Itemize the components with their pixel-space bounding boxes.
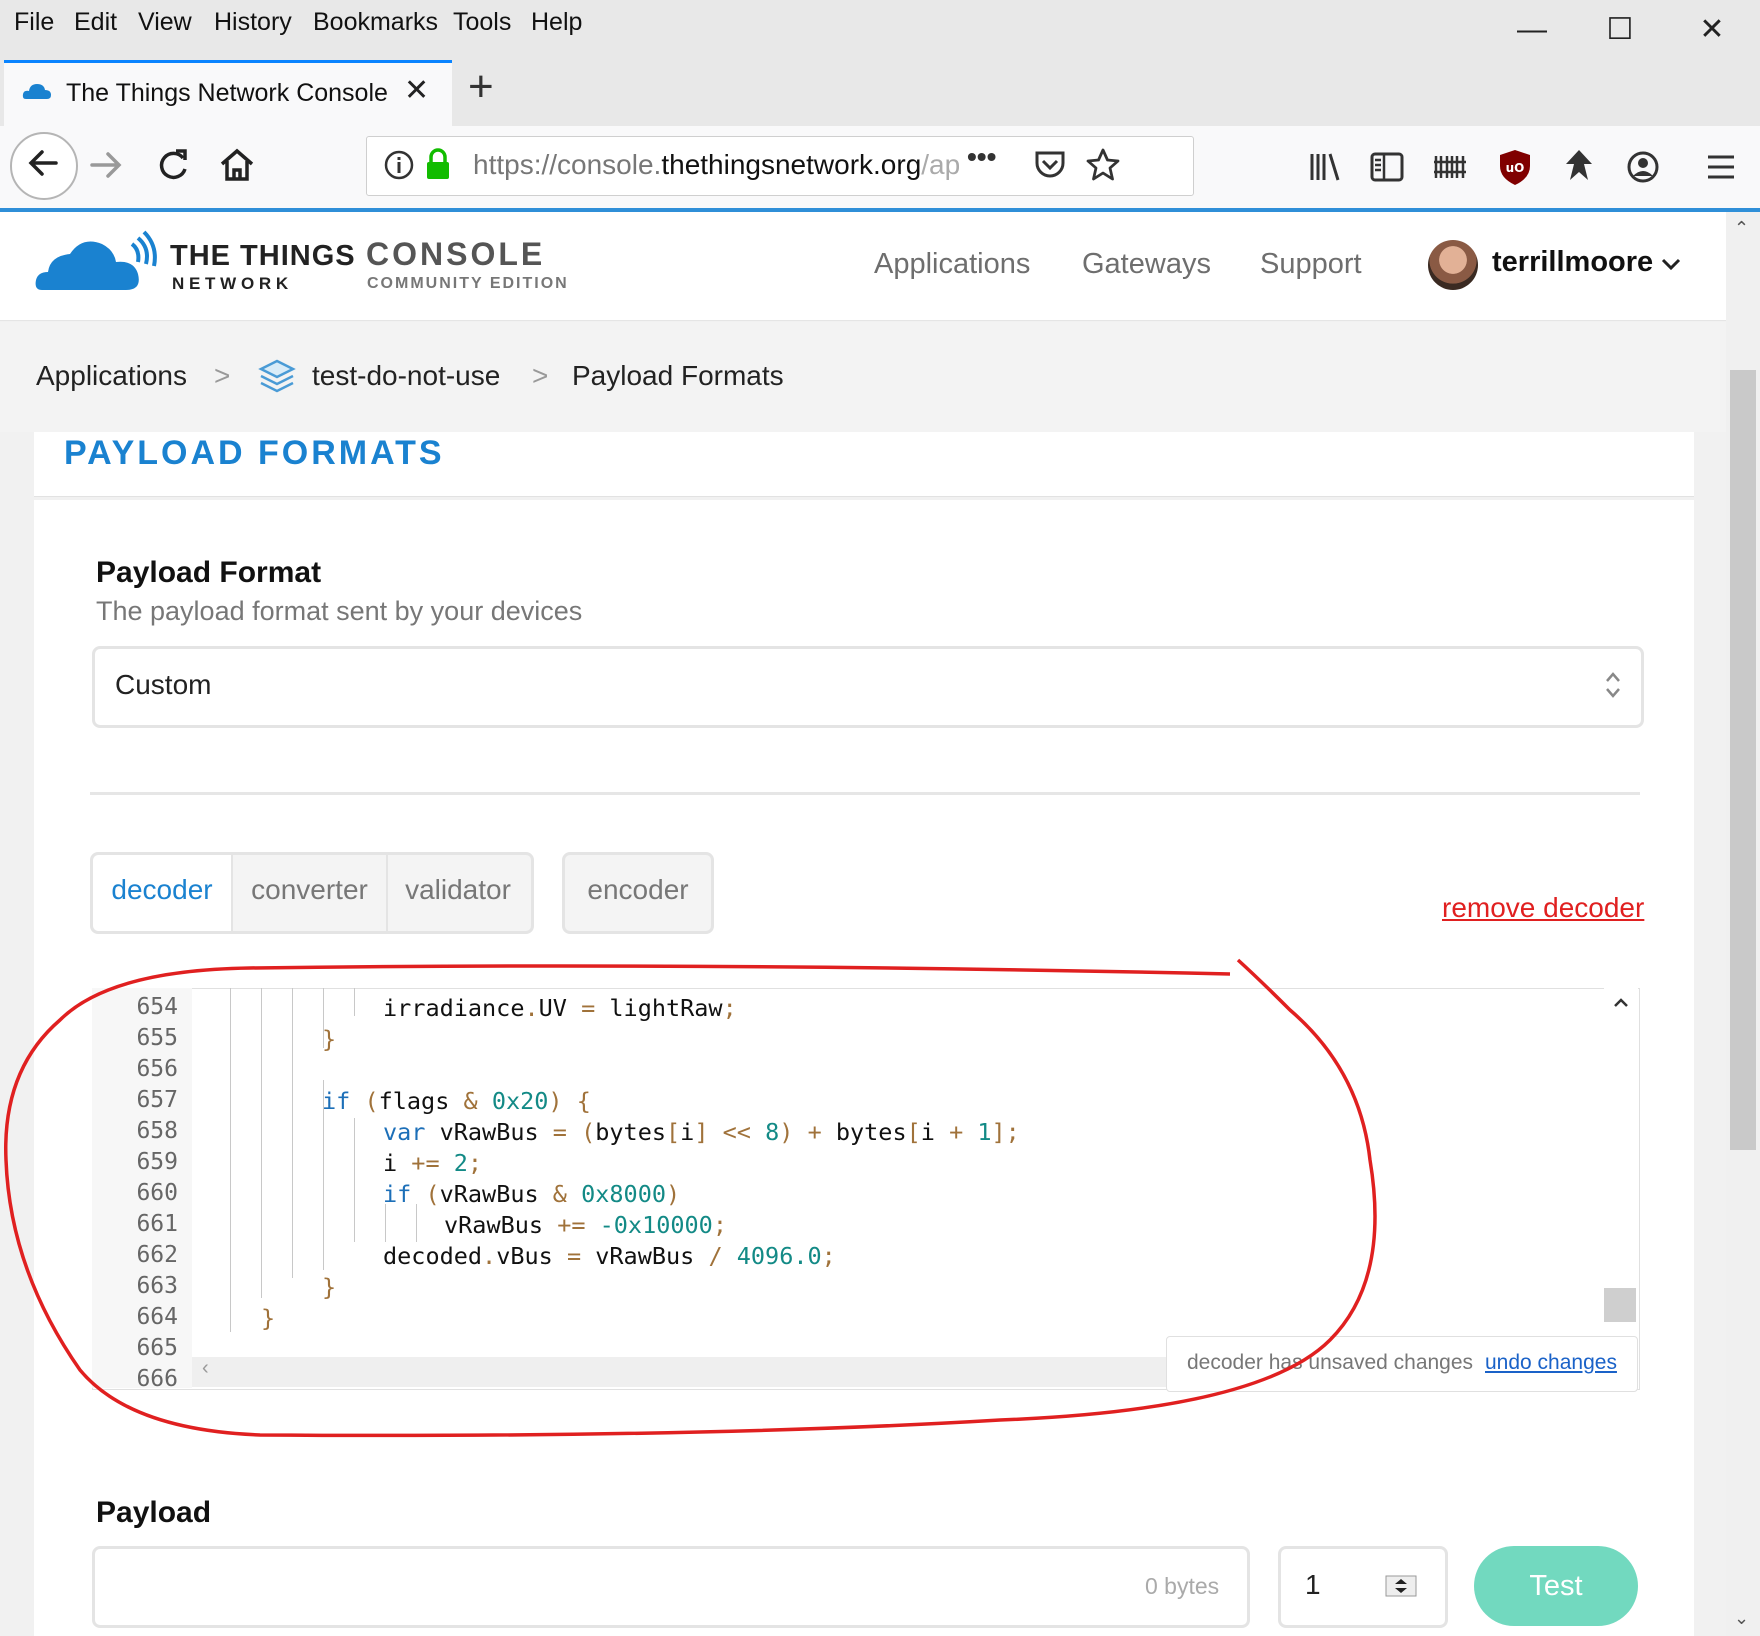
menu-file[interactable]: File (14, 8, 54, 37)
payload-label: Payload (96, 1496, 212, 1529)
sidebar-icon[interactable] (1362, 142, 1412, 192)
console-title: CONSOLE (366, 236, 546, 272)
account-icon[interactable] (1618, 142, 1668, 192)
ttn-logo-icon[interactable] (34, 230, 158, 294)
extension-icon[interactable] (1554, 142, 1604, 192)
console-subtitle: COMMUNITY EDITION (367, 275, 569, 292)
scroll-up-icon[interactable]: ⌃ (1734, 218, 1749, 239)
red-annotation-circle (0, 950, 1400, 1450)
nav-gateways[interactable]: Gateways (1082, 248, 1211, 281)
maximize-icon[interactable]: ☐ (1600, 10, 1640, 50)
lock-icon (423, 147, 453, 181)
ttn-cloud-icon (22, 79, 52, 101)
menu-edit[interactable]: Edit (74, 8, 117, 37)
barcode-extension-icon[interactable] (1426, 142, 1476, 192)
svg-text:uO: uO (1506, 161, 1525, 175)
menu-bookmarks[interactable]: Bookmarks (313, 8, 438, 37)
new-tab-button[interactable]: + (468, 62, 494, 112)
tab-encoder[interactable]: encoder (565, 852, 711, 928)
menu-view[interactable]: View (138, 8, 192, 37)
url-bar[interactable]: https://console.thethingsnetwork.org/ap … (366, 136, 1194, 196)
menu-history[interactable]: History (214, 8, 292, 37)
editor-scroll-thumb[interactable] (1604, 1288, 1636, 1322)
breadcrumb-application[interactable]: test-do-not-use (312, 360, 500, 392)
avatar[interactable] (1428, 240, 1478, 290)
section-header: PAYLOAD FORMATS (34, 432, 1694, 497)
page-title: PAYLOAD FORMATS (64, 434, 445, 472)
editor-scroll-up-icon[interactable] (1612, 996, 1630, 1010)
library-icon[interactable] (1300, 142, 1350, 192)
url-text[interactable]: https://console.thethingsnetwork.org/ap (473, 149, 960, 181)
tab-decoder[interactable]: decoder (93, 852, 231, 928)
menu-bar: File Edit View History Bookmarks Tools H… (0, 0, 1760, 56)
close-tab-icon[interactable]: ✕ (404, 73, 429, 108)
tab-converter[interactable]: converter (233, 852, 386, 928)
spinner-icon[interactable] (1385, 1575, 1417, 1597)
username[interactable]: terrillmoore (1492, 246, 1653, 279)
url-prefix: https://console. (473, 149, 662, 180)
remove-decoder-link[interactable]: remove decoder (1442, 892, 1644, 924)
bookmark-star-icon[interactable] (1085, 147, 1121, 183)
hamburger-menu-icon[interactable] (1696, 142, 1746, 192)
home-icon[interactable] (214, 142, 260, 188)
menu-tools[interactable]: Tools (453, 8, 511, 37)
page-actions-icon[interactable]: ••• (967, 141, 996, 173)
ublock-icon[interactable]: uO (1490, 142, 1540, 192)
url-suffix: /ap (921, 149, 961, 180)
payload-format-value: Custom (115, 669, 212, 700)
pocket-icon[interactable] (1033, 149, 1067, 181)
tab-validator[interactable]: validator (388, 852, 528, 928)
reload-icon[interactable] (150, 142, 196, 188)
back-arrow-icon (20, 140, 66, 186)
divider (90, 792, 1640, 795)
payload-format-help: The payload format sent by your devices (96, 596, 583, 626)
logo-line2: N E T W O R K (172, 274, 289, 293)
page-scroll-thumb[interactable] (1730, 370, 1756, 1150)
minimize-icon[interactable]: — (1512, 10, 1552, 50)
browser-tab[interactable]: The Things Network Console ✕ (4, 60, 452, 129)
undo-changes-link[interactable]: undo changes (1485, 1351, 1617, 1375)
application-layers-icon (258, 358, 296, 394)
select-updown-icon (1603, 669, 1623, 701)
forward-arrow-icon[interactable] (84, 142, 130, 188)
breadcrumb-separator: > (532, 360, 549, 391)
payload-format-select[interactable]: Custom (92, 646, 1644, 728)
close-window-icon[interactable]: ✕ (1692, 10, 1732, 50)
breadcrumb-payload-formats: Payload Formats (572, 360, 784, 391)
chevron-down-icon[interactable] (1660, 256, 1682, 272)
editor-vertical-scrollbar[interactable] (1604, 988, 1638, 1328)
logo-line1: THE THINGS (170, 240, 356, 272)
test-button[interactable]: Test (1474, 1546, 1638, 1626)
payload-bytes-input[interactable]: 0 bytes (92, 1546, 1250, 1628)
menu-help[interactable]: Help (531, 8, 582, 37)
info-icon[interactable] (383, 149, 415, 181)
tab-title: The Things Network Console (66, 79, 388, 107)
breadcrumb-separator: > (214, 360, 231, 391)
payload-format-label: Payload Format (96, 556, 322, 589)
port-number-input[interactable]: 1 (1278, 1546, 1448, 1628)
breadcrumb-applications[interactable]: Applications (36, 360, 187, 392)
scroll-down-icon[interactable]: ⌄ (1734, 1608, 1749, 1629)
url-domain: thethingsnetwork.org (661, 149, 922, 180)
bytes-count: 0 bytes (1145, 1573, 1220, 1599)
port-value: 1 (1305, 1569, 1321, 1600)
nav-applications[interactable]: Applications (874, 248, 1030, 281)
back-button[interactable] (10, 132, 78, 200)
nav-support[interactable]: Support (1260, 248, 1362, 281)
